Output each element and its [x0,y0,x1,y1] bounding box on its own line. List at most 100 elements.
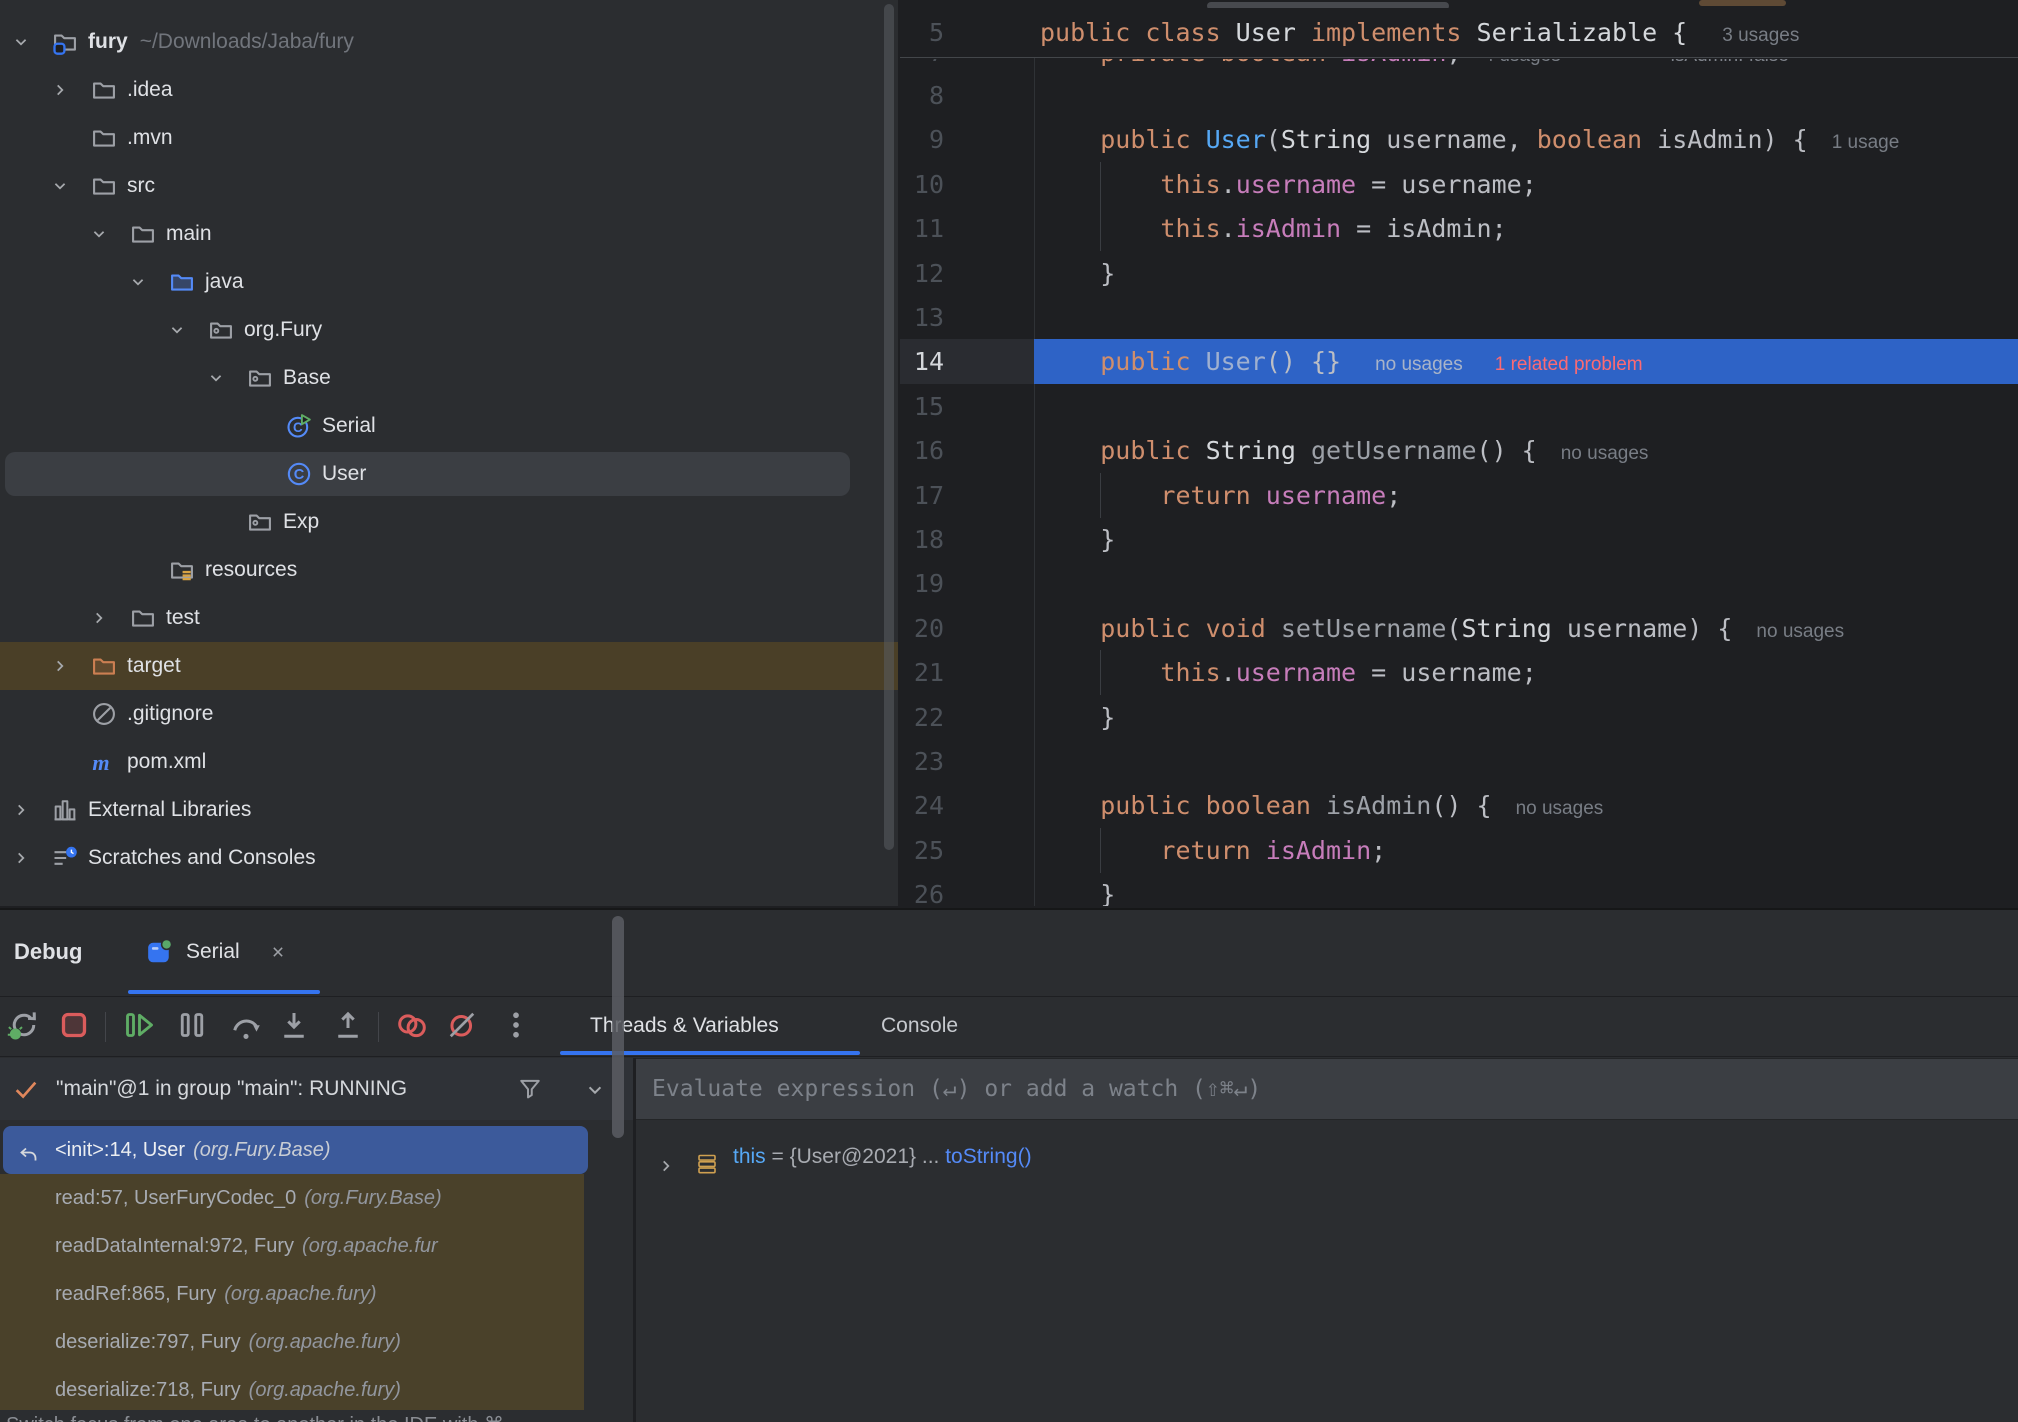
pause-button[interactable] [174,1009,210,1045]
debug-panel-title: Debug [14,910,82,994]
tree-item-label: User [322,450,366,498]
line-number: 7 [900,59,944,75]
more-options-button[interactable] [498,1009,534,1045]
tree-item-external-libraries[interactable]: External Libraries [0,786,898,834]
chev-down-icon[interactable] [10,31,32,53]
chev-right-icon[interactable] [88,607,110,629]
source-folder-icon [168,268,196,296]
tree-item-pom-xml[interactable]: mpom.xml [0,738,898,786]
filter-icon[interactable] [516,1075,544,1103]
chev-down-icon[interactable] [49,175,71,197]
code-text: public boolean isAdmin() {no usages [1040,783,1603,828]
evaluate-expression-input[interactable]: Evaluate expression (↵) or add a watch (… [636,1058,2018,1120]
project-folder-icon [51,28,79,56]
frame-text: readRef:865, Fury(org.apache.fury) [55,1270,377,1318]
code-editor[interactable]: 89 public User(String username, boolean … [900,0,2018,906]
rerun-debug-button[interactable] [6,1009,42,1045]
tree-item--idea[interactable]: .idea [0,66,898,114]
tree-item-scratches-and-consoles[interactable]: Scratches and Consoles [0,834,898,882]
tree-item--mvn[interactable]: .mvn [0,114,898,162]
tree-item-target[interactable]: target [0,642,898,690]
close-icon[interactable] [268,942,288,962]
project-tree-scrollbar[interactable] [884,4,894,850]
chev-down-icon[interactable] [205,367,227,389]
run-tab-serial[interactable]: Serial [128,910,324,994]
selected-row-highlight [5,452,850,496]
thread-status-text: "main"@1 in group "main": RUNNING [56,1058,407,1120]
folder-icon [90,76,118,104]
frame-text: readDataInternal:972, Fury(org.apache.fu… [55,1222,438,1270]
code-text: public User(String username, boolean isA… [1040,117,1899,162]
tree-item-label: src [127,162,155,210]
stack-frame[interactable]: <init>:14, User(org.Fury.Base) [0,1126,600,1174]
stop-icon [56,1007,92,1048]
run-tab-label: Serial [186,910,240,994]
frame-package: (org.Fury.Base) [304,1187,441,1209]
tree-item-label: org.Fury [244,306,322,354]
stack-frame[interactable]: readDataInternal:972, Fury(org.apache.fu… [0,1222,600,1270]
stop-button[interactable] [56,1009,92,1045]
line-number: 21 [900,650,944,695]
project-path: ~/Downloads/Jaba/fury [140,30,354,53]
chev-down-icon[interactable] [127,271,149,293]
code-line-13: 13 [900,295,2018,340]
chevron-down-icon[interactable] [582,1077,608,1103]
tree-item-exp[interactable]: Exp [0,498,898,546]
tree-item-test[interactable]: test [0,594,898,642]
mute-breakpoints-icon [444,1007,480,1048]
tree-item-org-fury[interactable]: org.Fury [0,306,898,354]
code-line-18: 18 } [900,517,2018,562]
tree-item-base[interactable]: Base [0,354,898,402]
chevron-right-icon[interactable] [655,1146,677,1168]
resume-button[interactable] [120,1009,156,1045]
chev-down-icon[interactable] [166,319,188,341]
rerun-debug-icon [6,1007,42,1048]
tree-item-label: fury~/Downloads/Jaba/fury [88,18,354,66]
stack-frame[interactable]: deserialize:718, Fury(org.apache.fury) [0,1366,600,1414]
tree-item--gitignore[interactable]: .gitignore [0,690,898,738]
step-over-button[interactable] [228,1009,264,1045]
thread-selector[interactable]: "main"@1 in group "main": RUNNING [0,1058,633,1120]
package-icon [246,508,274,536]
step-into-button[interactable] [276,1009,312,1045]
view-breakpoints-button[interactable] [394,1009,430,1045]
code-line-10: 10 this.username = username; [900,162,2018,207]
step-out-icon [330,1007,366,1048]
thread-check-icon [12,1075,40,1103]
tree-item-user[interactable]: CUser [0,450,898,498]
tree-item-serial[interactable]: CSerial [0,402,898,450]
pause-icon [174,1007,210,1048]
code-text: public User() {}no usages1 related probl… [1040,339,1643,384]
chev-right-icon[interactable] [49,79,71,101]
frames-scrollbar[interactable] [612,916,624,1138]
run-configuration-icon [146,939,172,965]
splitter[interactable] [633,1058,636,1422]
tree-item-resources[interactable]: resources [0,546,898,594]
chev-down-icon[interactable] [88,223,110,245]
tree-item-label: Scratches and Consoles [88,834,316,882]
frame-package: (org.apache.fur [302,1235,438,1257]
chev-right-icon[interactable] [49,655,71,677]
tree-item-java[interactable]: java [0,258,898,306]
chev-right-icon[interactable] [10,799,32,821]
active-view-tab-underline [560,1051,860,1055]
tree-item-main[interactable]: main [0,210,898,258]
tree-item-fury[interactable]: fury~/Downloads/Jaba/fury [0,18,898,66]
stack-frame[interactable]: deserialize:797, Fury(org.apache.fury) [0,1318,600,1366]
stack-frame[interactable]: readRef:865, Fury(org.apache.fury) [0,1270,600,1318]
step-out-button[interactable] [330,1009,366,1045]
tab-console[interactable]: Console [881,997,958,1055]
toolbar-separator [378,1012,379,1042]
tostring-link[interactable]: toString() [945,1145,1031,1168]
mute-breakpoints-button[interactable] [444,1009,480,1045]
code-text: public class User implements Serializabl… [1040,10,1799,55]
frame-package: (org.apache.fury) [249,1379,401,1401]
line-number: 5 [900,10,944,55]
more-options-icon [498,1007,534,1048]
tree-item-label: resources [205,546,297,594]
stack-frame[interactable]: read:57, UserFuryCodec_0(org.Fury.Base) [0,1174,600,1222]
chev-right-icon[interactable] [10,847,32,869]
ignored-file-icon [90,700,118,728]
code-line-12: 12 } [900,251,2018,296]
tree-item-src[interactable]: src [0,162,898,210]
